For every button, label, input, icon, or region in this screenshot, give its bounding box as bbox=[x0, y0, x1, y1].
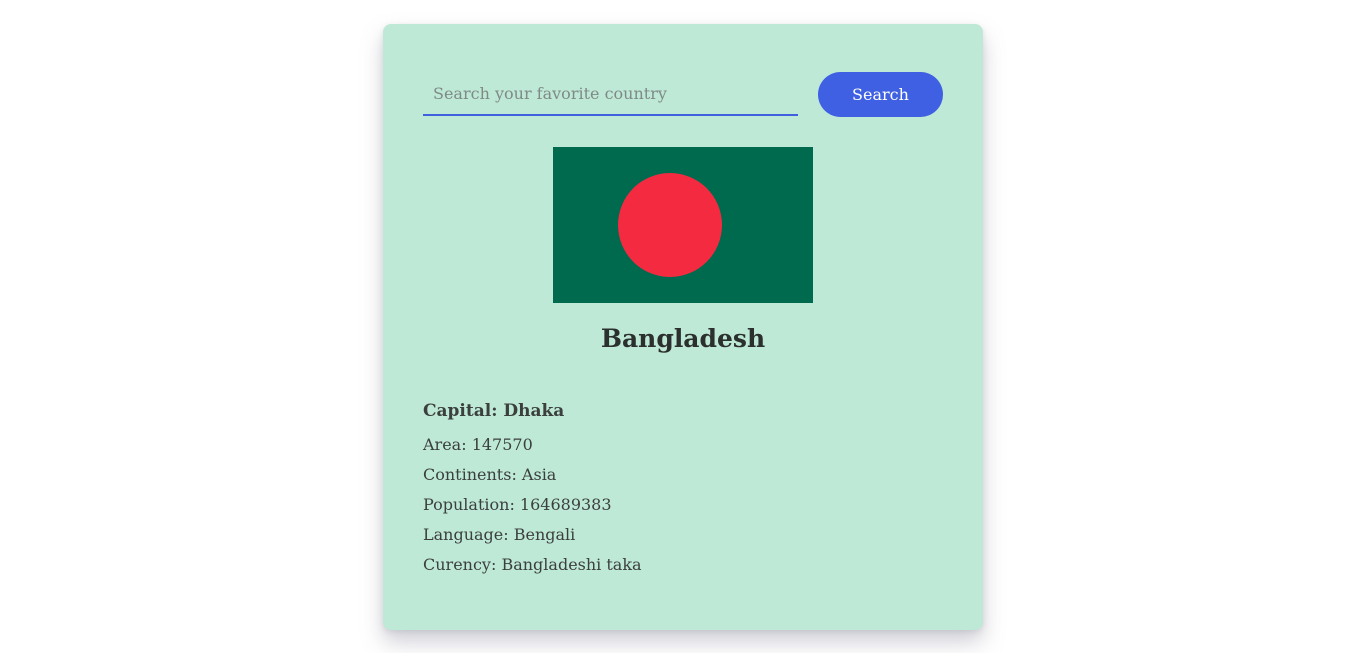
language-text: Language: Bengali bbox=[423, 525, 576, 544]
country-card: Search Bangladesh Capital: Dhaka Area: 1… bbox=[383, 24, 983, 630]
country-details: Capital: Dhaka Area: 147570 Continents: … bbox=[423, 398, 943, 580]
country-name: Bangladesh bbox=[600, 324, 766, 353]
capital-text: Capital: Dhaka bbox=[423, 401, 565, 421]
search-input[interactable] bbox=[423, 72, 798, 116]
area-text: Area: 147570 bbox=[423, 435, 533, 454]
flag-red-disc bbox=[618, 173, 722, 277]
search-bar: Search bbox=[423, 72, 943, 118]
search-button[interactable]: Search bbox=[818, 72, 943, 117]
currency-text: Curency: Bangladeshi taka bbox=[423, 555, 642, 574]
population-text: Population: 164689383 bbox=[423, 495, 612, 514]
bangladesh-flag bbox=[553, 147, 813, 303]
continents-text: Continents: Asia bbox=[423, 465, 557, 484]
